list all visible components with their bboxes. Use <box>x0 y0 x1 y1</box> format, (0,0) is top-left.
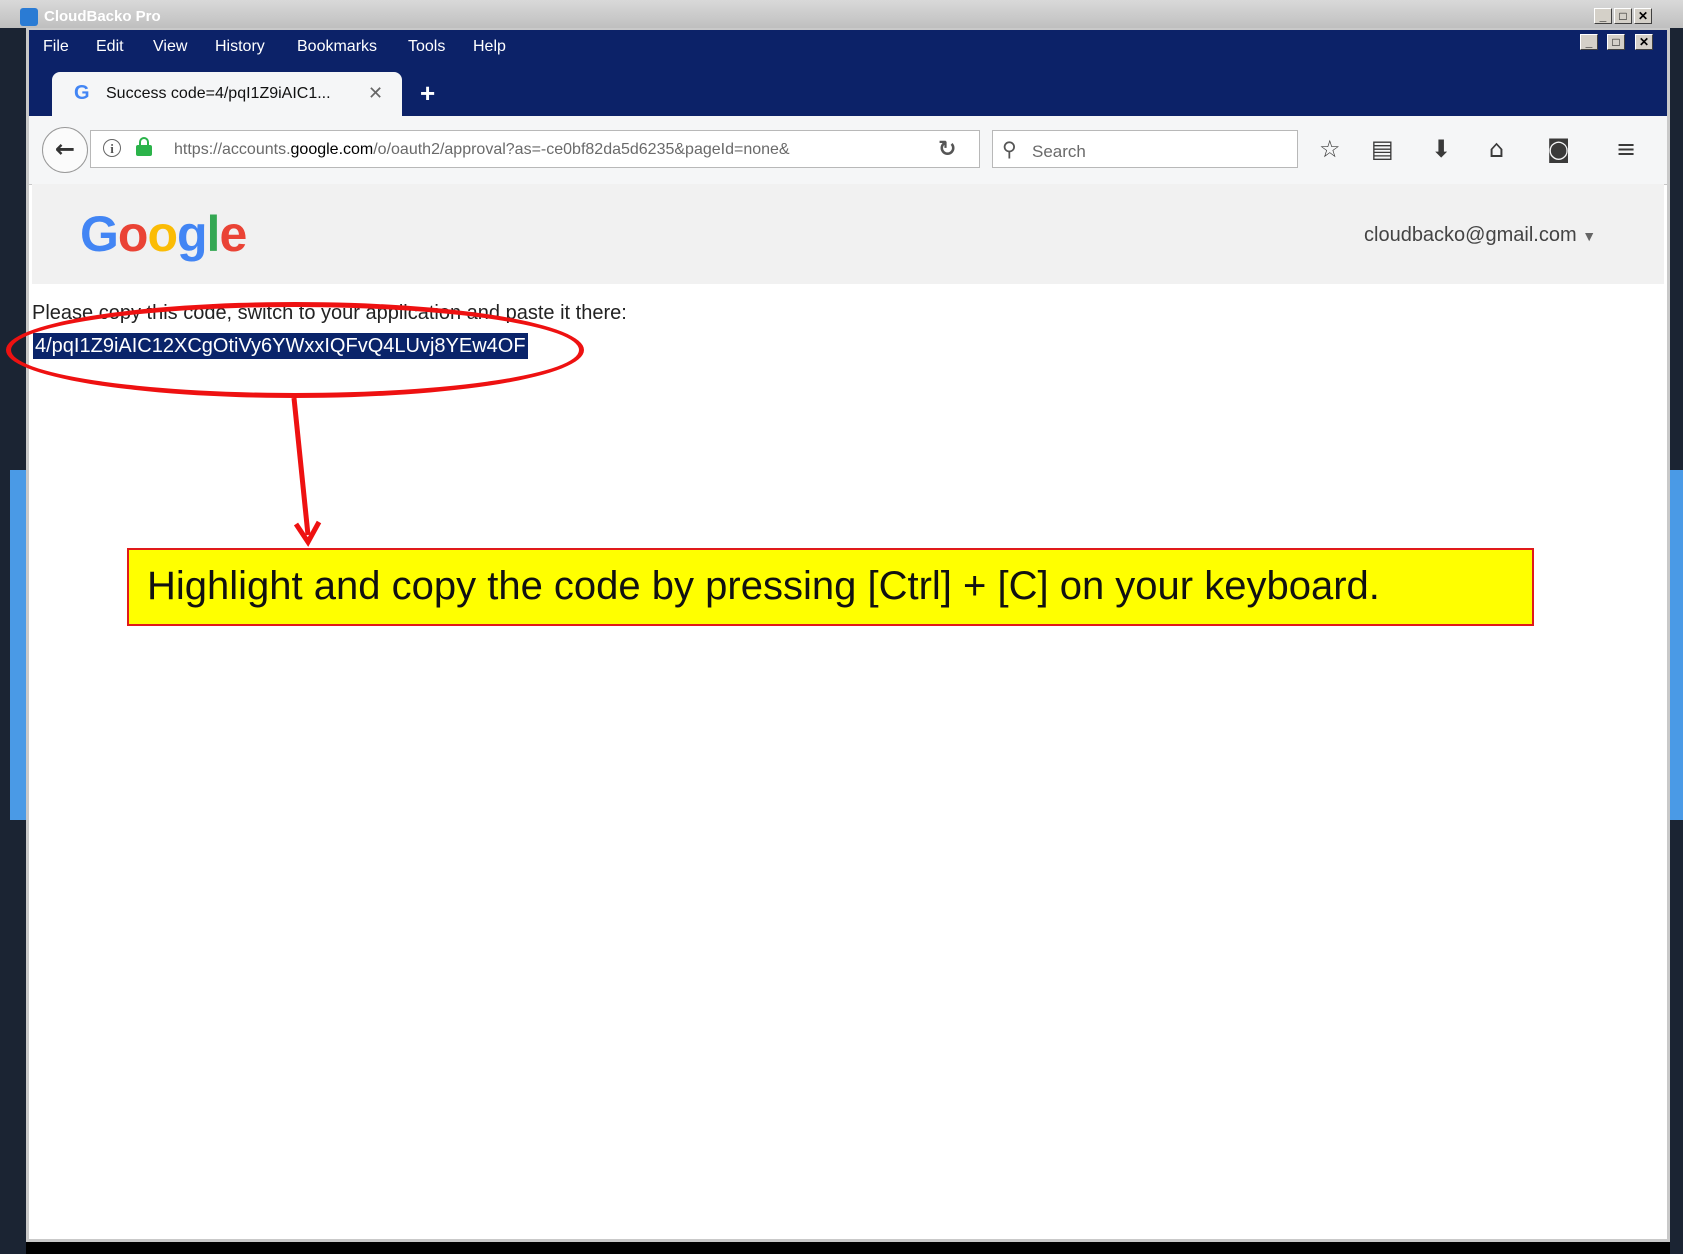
menu-help[interactable]: Help <box>473 38 506 56</box>
outer-minimize-button[interactable]: _ <box>1594 8 1612 24</box>
background-app-accent <box>1670 470 1683 820</box>
back-arrow-icon[interactable]: ← <box>42 127 88 173</box>
background-app-accent <box>10 470 26 820</box>
minimize-button[interactable]: _ <box>1580 34 1598 50</box>
lock-icon <box>136 145 152 156</box>
menu-tools[interactable]: Tools <box>408 38 445 56</box>
menu-history[interactable]: History <box>215 38 265 56</box>
reader-list-icon[interactable]: ▤ <box>1371 135 1394 163</box>
home-icon[interactable]: ⌂ <box>1489 135 1504 163</box>
outer-app-titlebar: CloudBacko Pro _ □ ✕ <box>0 0 1683 29</box>
highlight-ellipse <box>6 302 584 398</box>
callout-text: Highlight and copy the code by pressing … <box>147 564 1380 608</box>
bookmark-star-icon[interactable]: ☆ <box>1319 135 1341 163</box>
menu-view[interactable]: View <box>153 38 187 56</box>
outer-close-button[interactable]: ✕ <box>1634 8 1652 24</box>
menu-bar: File Edit View History Bookmarks Tools H… <box>29 30 1667 66</box>
window-bottom-edge <box>26 1242 1670 1254</box>
menu-file[interactable]: File <box>43 38 69 56</box>
hamburger-menu-icon[interactable]: ≡ <box>1616 135 1636 163</box>
search-icon: ⚲ <box>1002 137 1017 161</box>
new-tab-icon[interactable]: + <box>420 78 435 109</box>
tab-close-icon[interactable]: ✕ <box>368 83 383 104</box>
download-icon[interactable]: ⬇ <box>1431 135 1451 163</box>
outer-maximize-button[interactable]: □ <box>1614 8 1632 24</box>
menu-edit[interactable]: Edit <box>96 38 124 56</box>
search-placeholder: Search <box>1032 142 1086 161</box>
cloudbacko-logo-icon <box>20 8 38 26</box>
close-window-button[interactable]: ✕ <box>1635 34 1653 50</box>
info-icon[interactable]: i <box>103 139 121 157</box>
google-favicon-icon: G <box>74 82 90 104</box>
tab-title[interactable]: Success code=4/pqI1Z9iAIC1... <box>106 85 331 103</box>
instruction-callout: Highlight and copy the code by pressing … <box>127 548 1534 626</box>
chevron-down-icon: ▼ <box>1582 228 1597 244</box>
maximize-button[interactable]: □ <box>1607 34 1625 50</box>
google-logo: Google <box>80 206 247 262</box>
menu-bookmarks[interactable]: Bookmarks <box>297 38 377 56</box>
url-text[interactable]: https://accounts.google.com/o/oauth2/app… <box>174 141 790 159</box>
account-menu[interactable]: cloudbacko@gmail.com ▼ <box>1364 224 1596 247</box>
reload-icon[interactable]: ↻ <box>938 137 956 162</box>
pocket-icon[interactable]: ◙ <box>1547 135 1570 163</box>
outer-app-title: CloudBacko Pro <box>44 8 161 25</box>
